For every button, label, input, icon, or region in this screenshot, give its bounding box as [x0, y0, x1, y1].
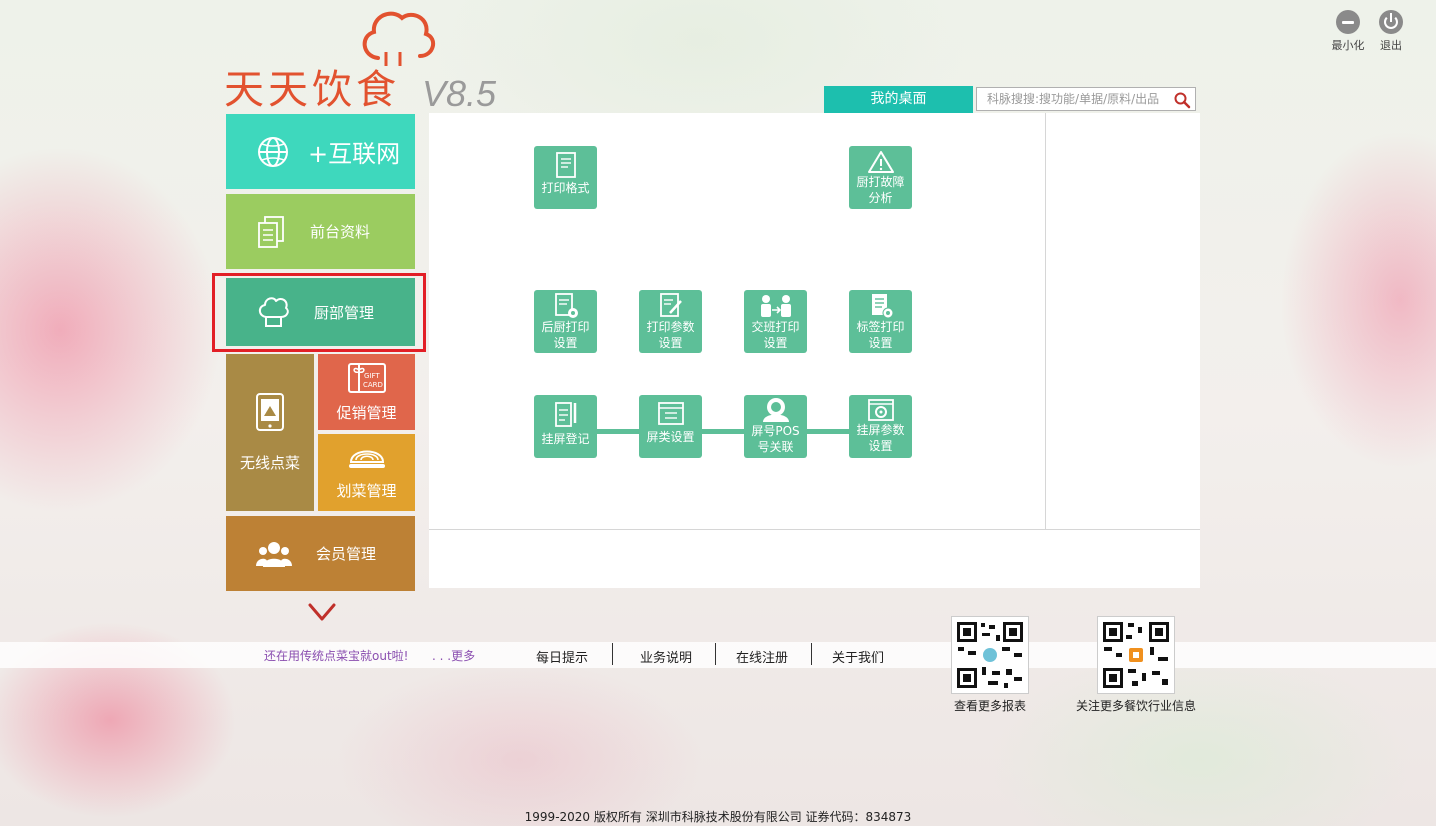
about-us-link[interactable]: 关于我们 [832, 647, 884, 666]
search-icon[interactable] [1173, 91, 1191, 109]
logo-name: 天天饮食 [224, 67, 400, 113]
globe-icon [258, 136, 288, 167]
edit-document-icon [659, 293, 682, 317]
sidebar-item-promotion[interactable]: GIFT CARD 促销管理 [318, 354, 415, 430]
documents-icon [258, 215, 284, 248]
qr-code-reports[interactable] [951, 616, 1029, 694]
logo-version: V8.5 [422, 73, 497, 114]
kitchen-fault-analysis-button[interactable]: 厨打故障 分析 [849, 146, 912, 209]
flow-arrow-icon: ……›› [704, 411, 729, 422]
minimize-label: 最小化 [1331, 39, 1365, 52]
info-bar [0, 642, 1436, 668]
members-icon [256, 541, 292, 567]
function-label: 屏类设置 [646, 430, 695, 444]
divider [1045, 113, 1046, 530]
sidebar-item-kitchen[interactable]: 厨部管理 [226, 278, 415, 346]
print-format-icon [555, 152, 576, 178]
tab-my-desktop[interactable]: 我的桌面 [824, 86, 973, 113]
screen-icon [657, 402, 684, 425]
minimize-button[interactable]: 最小化 [1328, 10, 1368, 53]
divider [612, 643, 613, 665]
hang-screen-params-button[interactable]: 挂屏参数 设置 [849, 395, 912, 458]
flow-connector [597, 429, 640, 434]
more-link[interactable]: . . .更多 [432, 647, 475, 664]
function-label: 挂屏参数 设置 [856, 423, 905, 453]
sidebar-item-label: 前台资料 [310, 223, 371, 241]
qr-code-icon [957, 622, 1023, 688]
sidebar-item-label: 无线点菜 [239, 454, 300, 472]
warning-icon [867, 151, 894, 173]
flow-arrow-icon: ……›› [599, 411, 624, 422]
screen-settings-icon [867, 399, 894, 421]
chef-hat-icon [258, 297, 289, 327]
qr-caption-reports: 查看更多报表 [954, 699, 1027, 713]
gift-card-text: GIFT [364, 372, 380, 380]
function-label: 打印参数 设置 [646, 320, 695, 350]
power-icon [1379, 10, 1403, 34]
sidebar-item-front-desk[interactable]: 前台资料 [226, 194, 415, 269]
flow-connector [807, 429, 850, 434]
register-icon [554, 402, 576, 427]
function-label: 交班打印 设置 [751, 320, 800, 350]
print-format-button[interactable]: 打印格式 [534, 146, 597, 209]
desktop-panel: 打印格式 厨打故障 分析 后厨打印 设置 打印参数 设置 交班打印 设置 标签打… [429, 113, 1200, 588]
sidebar-item-dish-management[interactable]: 划菜管理 [318, 434, 415, 511]
tablet-icon [256, 393, 284, 431]
shift-print-settings-button[interactable]: 交班打印 设置 [744, 290, 807, 353]
divider [811, 643, 812, 665]
exit-label: 退出 [1380, 39, 1402, 52]
function-label: 厨打故障 分析 [856, 175, 905, 205]
business-info-link[interactable]: 业务说明 [640, 647, 692, 666]
handover-icon [760, 295, 791, 317]
label-print-settings-button[interactable]: 标签打印 设置 [849, 290, 912, 353]
qr-caption-industry: 关注更多餐饮行业信息 [1076, 699, 1197, 713]
gift-card-icon: GIFT CARD [347, 362, 386, 393]
print-params-settings-button[interactable]: 打印参数 设置 [639, 290, 702, 353]
user-link-icon [762, 398, 789, 422]
sidebar-item-wireless-order[interactable]: 无线点菜 [226, 354, 314, 511]
dish-icon [348, 450, 385, 468]
daily-tips-link[interactable]: 每日提示 [536, 647, 588, 666]
screen-class-settings-button[interactable]: 屏类设置 [639, 395, 702, 458]
back-kitchen-print-settings-button[interactable]: 后厨打印 设置 [534, 290, 597, 353]
search-box [976, 87, 1196, 111]
hang-screen-register-button[interactable]: 挂屏登记 [534, 395, 597, 458]
screen-pos-link-button[interactable]: 屏号POS 号关联 [744, 395, 807, 458]
online-register-link[interactable]: 在线注册 [736, 647, 788, 666]
flow-arrow-icon: ……›› [809, 411, 834, 422]
sidebar-item-label: +互联网 [308, 140, 401, 168]
sidebar-item-label: 厨部管理 [314, 303, 375, 322]
copyright-footer: 1999-2020 版权所有 深圳市科脉技术股份有限公司 证券代码：834873 [524, 810, 912, 824]
sidebar-item-label: 划菜管理 [336, 482, 397, 500]
logo-chef-hat-icon [362, 11, 436, 66]
function-label: 标签打印 设置 [856, 320, 905, 350]
flow-connector [702, 429, 745, 434]
sidebar-item-internet[interactable]: +互联网 [226, 114, 415, 189]
tip-link[interactable]: 还在用传统点菜宝就out啦! [264, 647, 408, 664]
svg-text:CARD: CARD [363, 381, 383, 389]
sidebar-item-label: 会员管理 [316, 545, 377, 563]
qr-code-industry-info[interactable] [1097, 616, 1175, 694]
label-print-icon [871, 294, 893, 319]
function-label: 挂屏登记 [541, 432, 590, 446]
function-label: 后厨打印 设置 [541, 320, 590, 350]
divider [715, 643, 716, 665]
divider [429, 529, 1200, 530]
sidebar-item-label: 促销管理 [336, 403, 397, 422]
function-label: 打印格式 [541, 181, 590, 195]
exit-button[interactable]: 退出 [1371, 10, 1411, 53]
search-input[interactable] [977, 88, 1177, 110]
print-settings-icon [554, 293, 578, 318]
chevron-down-icon[interactable] [308, 602, 336, 622]
function-label: 屏号POS 号关联 [751, 424, 800, 454]
sidebar-item-members[interactable]: 会员管理 [226, 516, 415, 591]
minimize-icon [1336, 10, 1360, 34]
qr-code-icon [1103, 622, 1169, 688]
